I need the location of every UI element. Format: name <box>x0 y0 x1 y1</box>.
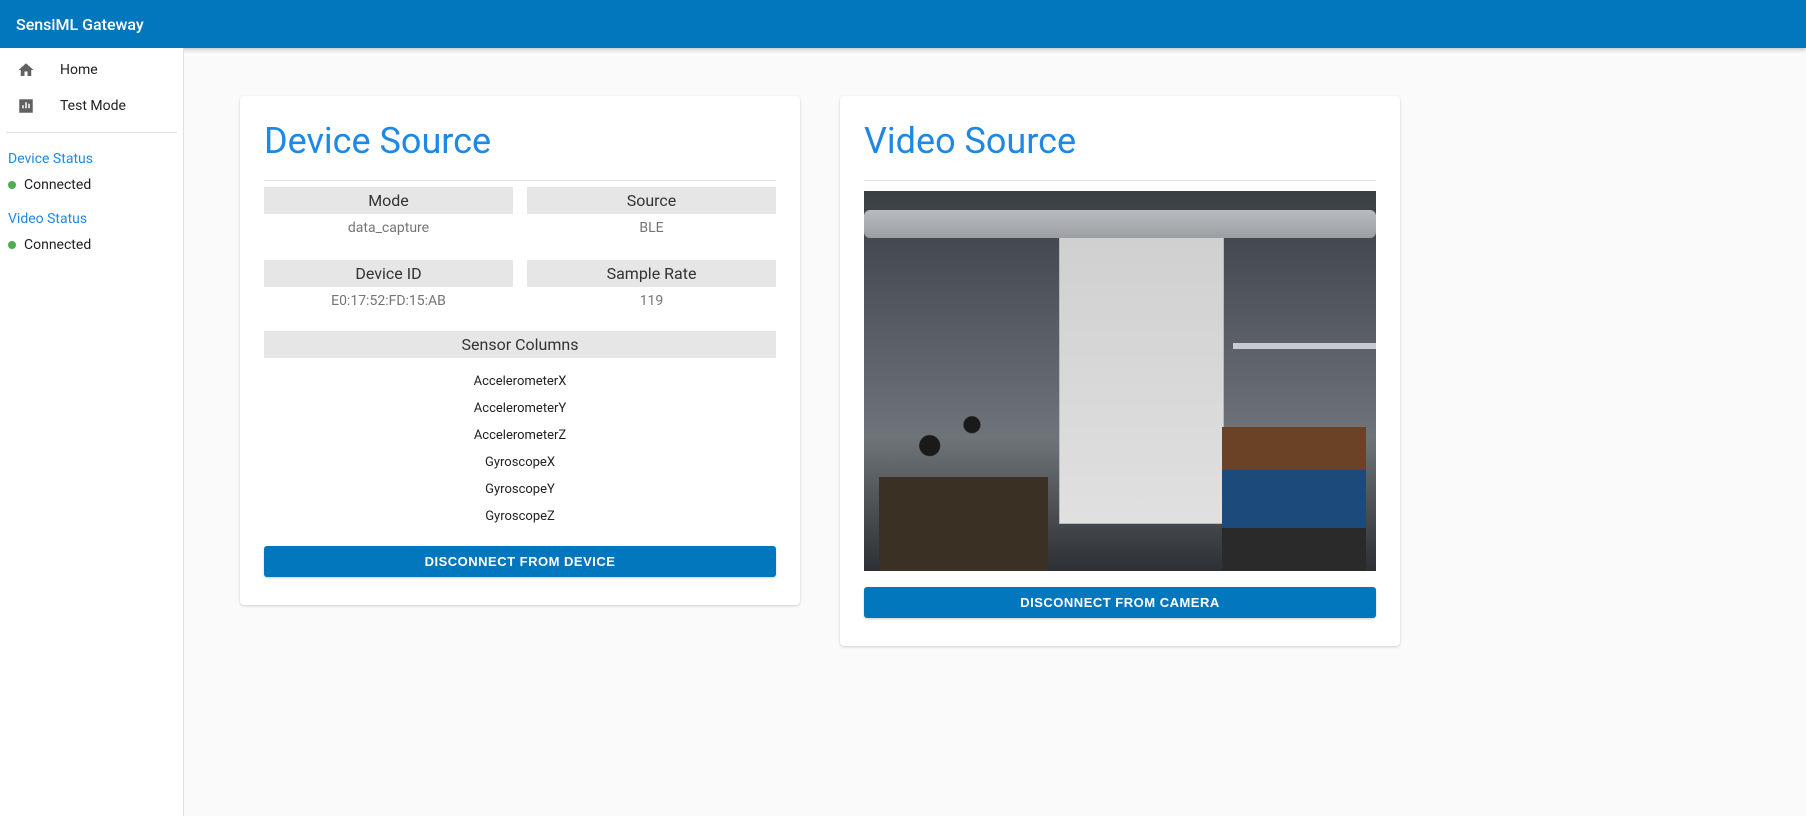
sensor-column-item: AccelerometerX <box>264 368 776 395</box>
sidebar-item-label: Home <box>60 62 98 78</box>
video-status-title: Video Status <box>0 207 183 237</box>
sidebar-item-label: Test Mode <box>60 98 126 114</box>
field-header: Source <box>527 187 776 214</box>
field-header: Mode <box>264 187 513 214</box>
app-title: SensiML Gateway <box>16 15 144 34</box>
field-value: data_capture <box>264 220 513 246</box>
field-value: 119 <box>527 293 776 319</box>
sensor-column-item: GyroscopeY <box>264 476 776 503</box>
sidebar-item-home[interactable]: Home <box>0 52 183 88</box>
status-dot-icon <box>8 241 16 249</box>
sidebar: Home Test Mode Device Status Connected V… <box>0 48 184 816</box>
sensor-column-item: GyroscopeX <box>264 449 776 476</box>
video-status-value: Connected <box>24 237 91 253</box>
device-status-title: Device Status <box>0 147 183 177</box>
field-value: E0:17:52:FD:15:AB <box>264 293 513 319</box>
video-clutter-right <box>1222 427 1365 571</box>
bar-chart-icon <box>16 96 36 116</box>
field-header: Device ID <box>264 260 513 287</box>
field-device-id: Device ID E0:17:52:FD:15:AB <box>264 260 513 319</box>
main-content: Device Source Mode data_capture Source B… <box>184 48 1806 816</box>
device-status-row: Connected <box>0 177 183 207</box>
field-mode: Mode data_capture <box>264 187 513 246</box>
video-clutter-left <box>879 362 1048 571</box>
device-fields-grid: Mode data_capture Source BLE Device ID E… <box>264 187 776 319</box>
field-sample-rate: Sample Rate 119 <box>527 260 776 319</box>
video-source-title: Video Source <box>864 120 1376 162</box>
device-source-card: Device Source Mode data_capture Source B… <box>240 96 800 605</box>
field-header: Sample Rate <box>527 260 776 287</box>
field-source: Source BLE <box>527 187 776 246</box>
sensor-columns-block: Sensor Columns AccelerometerXAcceleromet… <box>264 331 776 530</box>
video-status-row: Connected <box>0 237 183 267</box>
status-dot-icon <box>8 181 16 189</box>
divider <box>264 180 776 181</box>
sensor-columns-header: Sensor Columns <box>264 331 776 358</box>
sensor-columns-list: AccelerometerXAccelerometerYAcceleromete… <box>264 368 776 530</box>
divider <box>864 180 1376 181</box>
main-layout: Home Test Mode Device Status Connected V… <box>0 48 1806 816</box>
sensor-column-item: AccelerometerY <box>264 395 776 422</box>
sidebar-divider <box>6 132 177 133</box>
home-icon <box>16 60 36 80</box>
sidebar-item-test-mode[interactable]: Test Mode <box>0 88 183 124</box>
device-status-value: Connected <box>24 177 91 193</box>
device-source-title: Device Source <box>264 120 776 162</box>
disconnect-device-button[interactable]: DISCONNECT FROM DEVICE <box>264 546 776 577</box>
video-source-card: Video Source DISCONNECT FROM CAMERA <box>840 96 1400 646</box>
app-bar: SensiML Gateway <box>0 0 1806 48</box>
video-shelf-shape <box>1233 343 1376 349</box>
field-value: BLE <box>527 220 776 246</box>
video-feed <box>864 191 1376 571</box>
disconnect-camera-button[interactable]: DISCONNECT FROM CAMERA <box>864 587 1376 618</box>
sensor-column-item: GyroscopeZ <box>264 503 776 530</box>
sensor-column-item: AccelerometerZ <box>264 422 776 449</box>
